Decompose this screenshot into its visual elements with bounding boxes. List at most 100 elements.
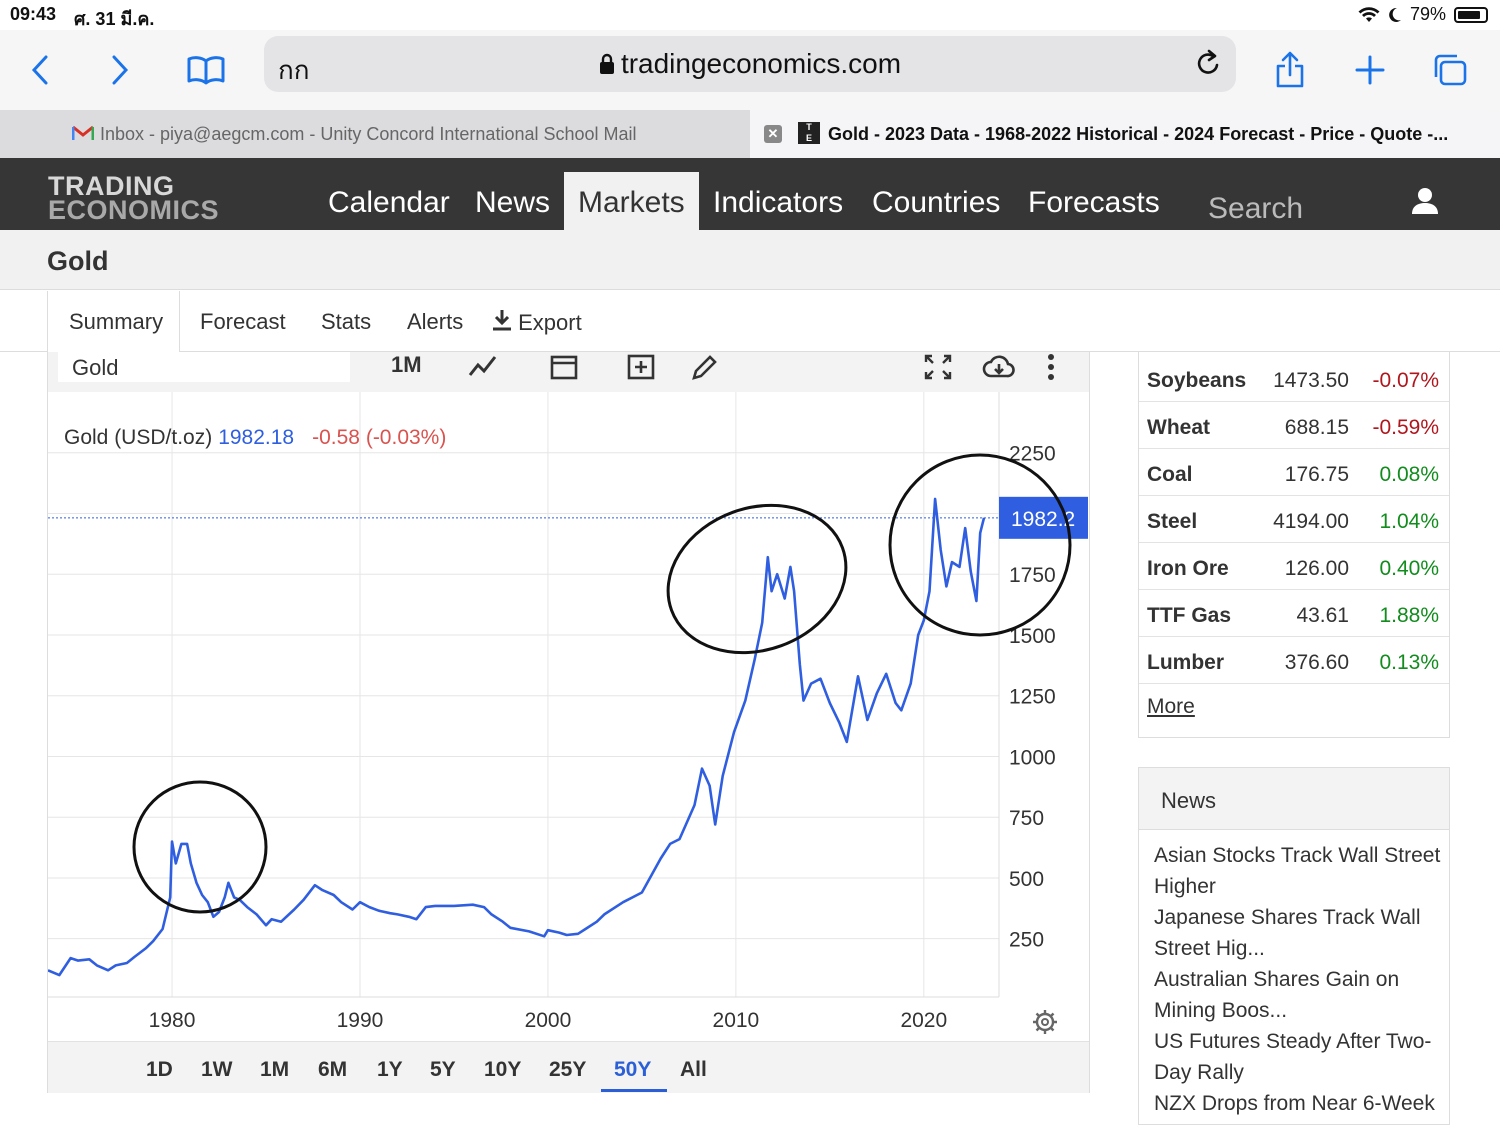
nav-indicators[interactable]: Indicators [699, 172, 857, 230]
y-tick-label: 1250 [1009, 686, 1056, 709]
settings-icon[interactable] [1033, 1010, 1057, 1034]
range-6m[interactable]: 6M [318, 1058, 347, 1082]
trading-economics-favicon: TE [798, 122, 820, 144]
market-change: -0.07% [1372, 369, 1439, 392]
lock-icon [599, 53, 614, 74]
interval-button[interactable]: 1M [391, 352, 422, 382]
user-icon[interactable] [1410, 186, 1440, 216]
tab-summary[interactable]: Summary [47, 291, 180, 353]
range-1d[interactable]: 1D [146, 1058, 173, 1082]
news-item[interactable]: NZX Drops from Near 6-Week High [1139, 1088, 1449, 1124]
tab-stats[interactable]: Stats [321, 291, 371, 352]
range-5y[interactable]: 5Y [430, 1058, 456, 1082]
cloud-download-icon[interactable] [982, 352, 1016, 382]
url-display[interactable]: tradingeconomics.com [264, 48, 1236, 80]
market-value: 376.60 [1284, 651, 1349, 674]
market-row-ttf-gas[interactable]: TTF Gas 43.61 1.88% [1139, 590, 1449, 637]
pencil-icon[interactable] [690, 352, 718, 382]
market-name: Steel [1147, 510, 1198, 533]
market-row-coal[interactable]: Coal 176.75 0.08% [1139, 449, 1449, 496]
market-change: 0.40% [1379, 557, 1439, 580]
quote-header: Gold (USD/t.oz) 1982.18 -0.58 (-0.03%) [64, 426, 446, 449]
range-all[interactable]: All [680, 1058, 707, 1082]
range-1w[interactable]: 1W [201, 1058, 233, 1082]
market-row-wheat[interactable]: Wheat 688.15 -0.59% [1139, 402, 1449, 449]
active-range-indicator [601, 1089, 667, 1092]
news-item[interactable]: US Futures Steady After Two-Day Rally [1139, 1026, 1449, 1088]
range-1m[interactable]: 1M [260, 1058, 289, 1082]
export-label: Export [518, 310, 582, 335]
export-button[interactable]: Export [492, 291, 582, 352]
nav-news[interactable]: News [461, 172, 564, 230]
nav-markets[interactable]: Markets [564, 172, 699, 230]
nav-countries[interactable]: Countries [858, 172, 1014, 230]
page-title: Gold [47, 246, 109, 276]
tabs-overview-button[interactable] [1428, 48, 1472, 92]
forward-button[interactable] [98, 48, 142, 92]
news-item[interactable]: Asian Stocks Track Wall Street Higher [1139, 840, 1449, 902]
new-tab-button[interactable] [1348, 48, 1392, 92]
range-1y[interactable]: 1Y [377, 1058, 403, 1082]
market-row-iron-ore[interactable]: Iron Ore 126.00 0.40% [1139, 543, 1449, 590]
battery-percent: 79% [1409, 4, 1446, 24]
nav-calendar[interactable]: Calendar [314, 172, 464, 230]
range-50y[interactable]: 50Y [614, 1058, 651, 1082]
y-tick-label: 1750 [1009, 564, 1056, 587]
y-tick-label: 250 [1009, 929, 1044, 952]
status-indicators: 79% [1358, 4, 1488, 25]
address-bar[interactable]: กก tradingeconomics.com [264, 36, 1236, 92]
site-logo[interactable]: TRADING ECONOMICS [48, 173, 220, 225]
market-value: 126.00 [1284, 557, 1349, 580]
market-row-lumber[interactable]: Lumber 376.60 0.13% [1139, 637, 1449, 684]
chevron-left-icon [31, 55, 48, 85]
fullscreen-icon[interactable] [924, 352, 952, 382]
tab-alerts[interactable]: Alerts [407, 291, 463, 352]
reload-icon[interactable] [1194, 48, 1222, 78]
range-25y[interactable]: 25Y [549, 1058, 586, 1082]
market-row-soybeans[interactable]: Soybeans 1473.50 -0.07% [1139, 355, 1449, 402]
browser-toolbar: กก tradingeconomics.com [0, 30, 1500, 110]
quote-label: Gold (USD/t.oz) [64, 426, 212, 449]
symbol-input[interactable]: Gold [58, 352, 350, 382]
market-value: 688.15 [1284, 416, 1349, 439]
nav-forecasts[interactable]: Forecasts [1014, 172, 1174, 230]
market-name: Wheat [1147, 416, 1210, 439]
market-value: 176.75 [1284, 463, 1349, 486]
add-indicator-icon[interactable] [627, 352, 655, 382]
market-value: 4194.00 [1273, 510, 1349, 533]
tab-gold[interactable]: ✕ TE Gold - 2023 Data - 1968-2022 Histor… [750, 110, 1500, 158]
range-10y[interactable]: 10Y [484, 1058, 521, 1082]
market-value: 43.61 [1296, 604, 1349, 627]
tab-title: Gold - 2023 Data - 1968-2022 Historical … [828, 123, 1449, 144]
tab-gmail[interactable]: Inbox - piya@aegcm.com - Unity Concord I… [0, 110, 750, 158]
calendar-icon[interactable] [550, 352, 578, 382]
sub-tabs: Summary Forecast Stats Alerts Export [0, 291, 1500, 353]
share-button[interactable] [1268, 48, 1312, 92]
gold-price-chart[interactable]: 250500750100012501500175022501980 1990 200… [48, 392, 1089, 1041]
x-tick-label: 2000 [525, 1009, 572, 1032]
market-change: -0.59% [1372, 416, 1439, 439]
news-item[interactable]: Japanese Shares Track Wall Street Hig... [1139, 902, 1449, 964]
more-vertical-icon[interactable] [1046, 352, 1056, 382]
news-item[interactable]: Australian Shares Gain on Mining Boos... [1139, 964, 1449, 1026]
gmail-icon [72, 125, 94, 140]
close-tab-button[interactable]: ✕ [764, 125, 782, 143]
url-text: tradingeconomics.com [620, 48, 902, 79]
battery-icon [1454, 6, 1488, 23]
logo-line-2: ECONOMICS [48, 195, 220, 225]
line-chart-icon[interactable] [468, 352, 498, 382]
market-change: 0.13% [1379, 651, 1439, 674]
market-value: 1473.50 [1273, 369, 1349, 392]
more-markets-link[interactable]: More [1147, 695, 1195, 719]
y-tick-label: 750 [1009, 807, 1044, 830]
news-list: Asian Stocks Track Wall Street Higher Ja… [1139, 830, 1449, 1124]
market-name: Iron Ore [1147, 557, 1229, 580]
tabs-icon [1434, 54, 1467, 86]
market-change: 1.04% [1379, 510, 1439, 533]
tab-forecast[interactable]: Forecast [200, 291, 286, 352]
share-icon [1276, 51, 1304, 88]
back-button[interactable] [18, 48, 62, 92]
bookmarks-button[interactable] [184, 48, 228, 92]
market-row-steel[interactable]: Steel 4194.00 1.04% [1139, 496, 1449, 543]
wifi-icon [1358, 6, 1380, 22]
